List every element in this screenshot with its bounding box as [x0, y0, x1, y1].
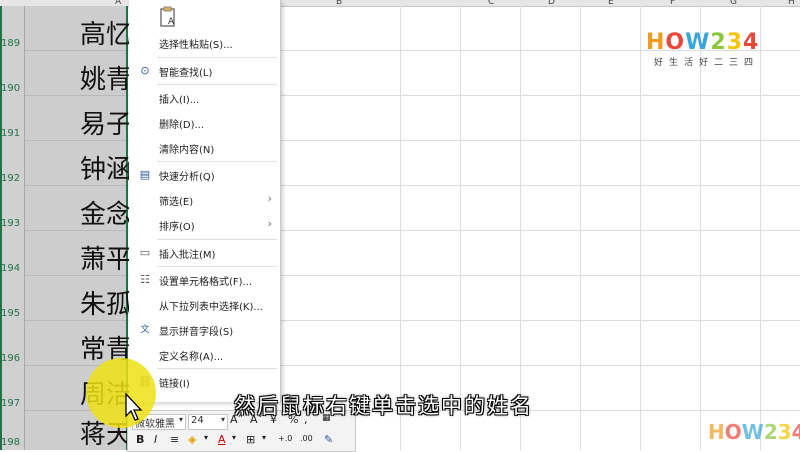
- chevron-right-icon: ›: [267, 192, 272, 205]
- menu-item-filter[interactable]: 筛选(E) ›: [129, 188, 280, 212]
- grid-line: [700, 6, 701, 450]
- row-header[interactable]: 196: [1, 353, 23, 364]
- chevron-down-icon: ▾: [220, 415, 225, 424]
- menu-item-quick-analysis[interactable]: ▤ 快速分析(Q): [129, 163, 280, 187]
- menu-item-format-cells[interactable]: ☷ 设置单元格格式(F)...: [129, 268, 280, 292]
- chevron-down-icon: ▾: [178, 415, 183, 424]
- name-cell[interactable]: 高忆: [80, 14, 132, 51]
- name-cell[interactable]: 金念: [80, 194, 132, 231]
- paste-icon[interactable]: A: [159, 6, 177, 28]
- grid-line: [520, 6, 521, 450]
- row-header[interactable]: 194: [1, 263, 23, 274]
- bold-button[interactable]: B: [136, 433, 144, 446]
- format-cells-icon: ☷: [140, 273, 150, 286]
- fill-color-icon[interactable]: ◈: [188, 433, 196, 446]
- menu-separator: [157, 161, 277, 162]
- mouse-cursor-icon: [125, 392, 143, 421]
- row-header[interactable]: 189: [1, 38, 23, 49]
- smart-lookup-icon: ⊙: [140, 64, 150, 77]
- row-header[interactable]: 192: [1, 173, 23, 184]
- decrease-decimal-icon[interactable]: .00: [300, 434, 313, 443]
- menu-item-insert-comment[interactable]: ▭ 插入批注(M): [129, 241, 280, 265]
- name-cell[interactable]: 易子: [80, 104, 132, 141]
- context-menu: A 选择性粘贴(S)... ⊙ 智能查找(L) 插入(I)... 删除(D)..…: [129, 0, 281, 402]
- row-header[interactable]: 198: [1, 437, 23, 448]
- menu-item-paste-special[interactable]: 选择性粘贴(S)...: [129, 31, 280, 55]
- menu-separator: [157, 266, 277, 267]
- grid-line: [400, 6, 401, 450]
- column-header-h[interactable]: H: [788, 0, 795, 7]
- phonetic-icon: 文: [140, 325, 150, 335]
- chevron-down-icon[interactable]: ▾: [232, 433, 236, 442]
- menu-separator: [157, 57, 277, 58]
- row-header[interactable]: 195: [1, 308, 23, 319]
- borders-icon[interactable]: ⊞: [246, 433, 255, 446]
- column-header-f[interactable]: F: [670, 0, 675, 7]
- grid-line: [760, 6, 761, 450]
- increase-decimal-icon[interactable]: +.0: [278, 434, 292, 443]
- chevron-right-icon: ›: [267, 217, 272, 230]
- video-subtitle: 然后鼠标右键单击选中的姓名: [234, 394, 533, 418]
- name-cell[interactable]: 朱孤: [80, 284, 132, 321]
- svg-text:A: A: [168, 17, 175, 27]
- menu-item-delete[interactable]: 删除(D)...: [129, 111, 280, 135]
- grid-line: [640, 6, 641, 450]
- column-header-d[interactable]: D: [548, 0, 555, 7]
- column-header-b[interactable]: B: [336, 0, 342, 7]
- italic-button[interactable]: I: [154, 433, 157, 446]
- column-header-e[interactable]: E: [608, 0, 614, 7]
- row-header[interactable]: 197: [1, 398, 23, 409]
- menu-item-pick-from-list[interactable]: 从下拉列表中选择(K)...: [129, 293, 280, 317]
- row-header[interactable]: 193: [1, 218, 23, 229]
- menu-separator: [157, 368, 277, 369]
- name-cell[interactable]: 姚青: [80, 59, 132, 96]
- clear-format-icon[interactable]: ✎: [324, 433, 333, 446]
- menu-item-smart-lookup[interactable]: ⊙ 智能查找(L): [129, 59, 280, 83]
- name-cell[interactable]: 钟涵: [80, 149, 132, 186]
- grid-line: [460, 6, 461, 450]
- row-header[interactable]: 190: [1, 83, 23, 94]
- font-size-select[interactable]: 24 ▾: [188, 414, 228, 430]
- watermark-tagline: 好生活好二三四: [654, 58, 760, 68]
- column-header-c[interactable]: C: [488, 0, 494, 7]
- watermark-logo-small: HOW234: [708, 420, 800, 444]
- align-center-icon[interactable]: ≡: [170, 433, 179, 446]
- quick-analysis-icon: ▤: [139, 168, 151, 181]
- menu-item-clear-contents[interactable]: 清除内容(N): [129, 136, 280, 160]
- menu-item-define-name[interactable]: 定义名称(A)...: [129, 343, 280, 367]
- menu-separator: [157, 239, 277, 240]
- menu-item-insert[interactable]: 插入(I)...: [129, 86, 280, 110]
- chevron-down-icon[interactable]: ▾: [262, 433, 266, 442]
- grid-line: [580, 6, 581, 450]
- menu-item-sort[interactable]: 排序(O) ›: [129, 213, 280, 237]
- comment-icon: ▭: [139, 246, 151, 259]
- watermark-logo: HOW234 好生活好二三四: [646, 30, 759, 68]
- name-cell[interactable]: 萧平: [80, 239, 132, 276]
- menu-item-show-phonetic[interactable]: 文 显示拼音字段(S): [129, 318, 280, 342]
- row-header[interactable]: 191: [1, 128, 23, 139]
- font-color-button[interactable]: A: [218, 433, 226, 446]
- chevron-down-icon[interactable]: ▾: [204, 433, 208, 442]
- column-header-g[interactable]: G: [730, 0, 737, 7]
- watermark-logo-main: HOW234: [646, 30, 760, 55]
- menu-separator: [157, 84, 277, 85]
